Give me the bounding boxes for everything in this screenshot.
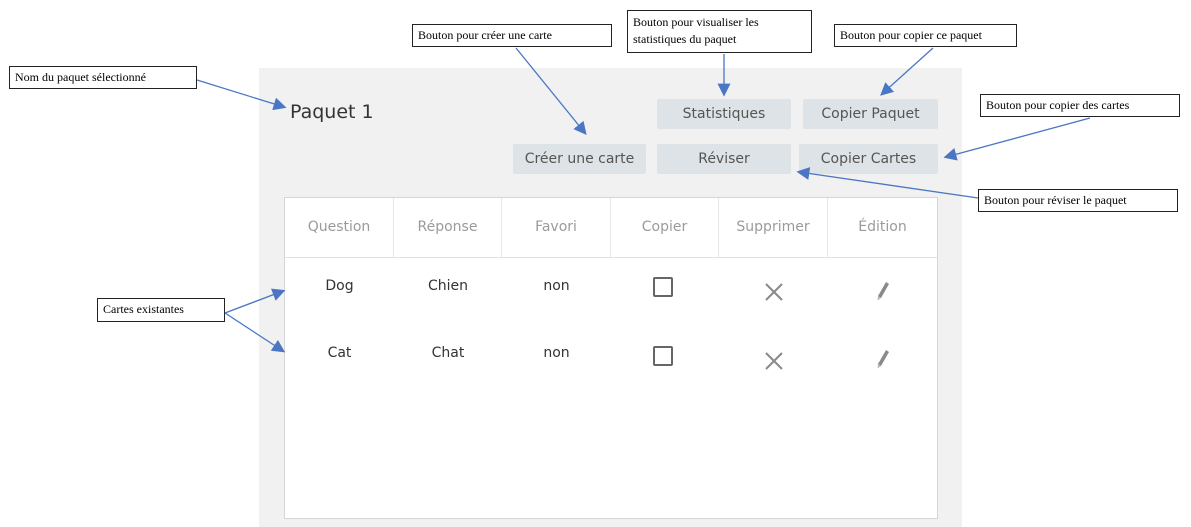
arrow-create-card (515, 47, 587, 136)
arrow-review (796, 167, 979, 199)
arrow-copy-cards (943, 117, 1091, 161)
annotation-arrows (196, 47, 1091, 353)
arrow-deck-name (196, 79, 287, 111)
arrow-copy-deck (880, 47, 934, 96)
arrow-card-cat (224, 312, 286, 353)
arrow-card-dog (224, 288, 286, 314)
